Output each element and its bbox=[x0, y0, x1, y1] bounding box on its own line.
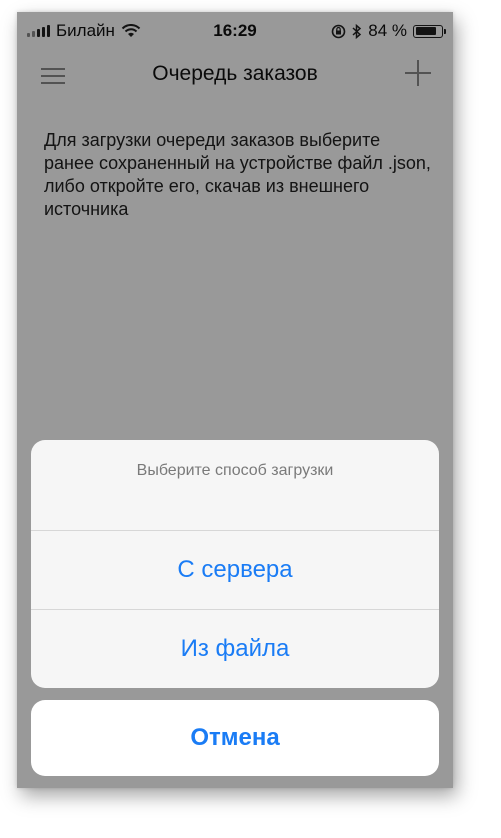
cancel-button[interactable]: Отмена bbox=[31, 700, 439, 776]
page: Билайн 16:29 84 % Очередь заказов Для за… bbox=[0, 0, 501, 838]
from-server-button[interactable]: С сервера bbox=[31, 531, 439, 610]
from-file-button[interactable]: Из файла bbox=[31, 610, 439, 688]
phone-screen: Билайн 16:29 84 % Очередь заказов Для за… bbox=[17, 12, 453, 788]
action-sheet: Выберите способ загрузки С сервера Из фа… bbox=[31, 440, 439, 688]
action-sheet-title: Выберите способ загрузки bbox=[31, 440, 439, 531]
